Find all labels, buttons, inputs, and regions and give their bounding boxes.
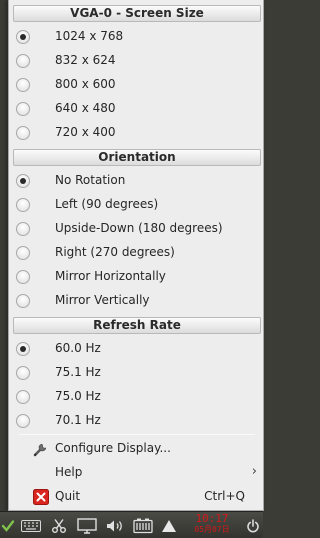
clock[interactable]: 10:17 05月07日 bbox=[188, 512, 236, 538]
radio-button[interactable] bbox=[16, 174, 30, 188]
scissors-icon[interactable] bbox=[49, 516, 69, 535]
radio-button[interactable] bbox=[16, 102, 30, 116]
orientation-option-mirror-vertically[interactable]: Mirror Vertically bbox=[9, 289, 263, 313]
option-label: Upside-Down (180 degrees) bbox=[55, 221, 223, 235]
option-label: 832 x 624 bbox=[55, 53, 116, 67]
option-label: 75.0 Hz bbox=[55, 389, 101, 403]
option-label: No Rotation bbox=[55, 173, 126, 187]
up-arrow-icon[interactable] bbox=[160, 516, 178, 535]
orientation-option-mirror-horizontally[interactable]: Mirror Horizontally bbox=[9, 265, 263, 289]
quit-label: Quit bbox=[55, 489, 81, 503]
screen-size-option-1024x768[interactable]: 1024 x 768 bbox=[9, 25, 263, 49]
refresh-rate-option-75-1[interactable]: 75.1 Hz bbox=[9, 361, 263, 385]
radio-button[interactable] bbox=[16, 414, 30, 428]
option-label: 75.1 Hz bbox=[55, 365, 101, 379]
radio-button[interactable] bbox=[16, 390, 30, 404]
quit-icon bbox=[33, 489, 49, 505]
option-label: 640 x 480 bbox=[55, 101, 116, 115]
radio-button[interactable] bbox=[16, 30, 30, 44]
quit-item[interactable]: Quit Ctrl+Q bbox=[9, 485, 263, 509]
volume-icon[interactable] bbox=[104, 516, 126, 535]
help-submenu-item[interactable]: Help › bbox=[9, 461, 263, 485]
radio-button[interactable] bbox=[16, 54, 30, 68]
menu-separator bbox=[19, 434, 255, 435]
display-menu: VGA-0 - Screen Size 1024 x 768 832 x 624… bbox=[8, 0, 264, 511]
battery-icon[interactable] bbox=[131, 516, 155, 535]
option-label: 800 x 600 bbox=[55, 77, 116, 91]
screen-size-option-832x624[interactable]: 832 x 624 bbox=[9, 49, 263, 73]
radio-selected-dot bbox=[20, 34, 26, 40]
option-label: 70.1 Hz bbox=[55, 413, 101, 427]
quit-shortcut: Ctrl+Q bbox=[204, 489, 245, 503]
option-label: Left (90 degrees) bbox=[55, 197, 159, 211]
configure-display-item[interactable]: Configure Display... bbox=[9, 437, 263, 461]
wrench-icon bbox=[33, 441, 49, 457]
radio-button[interactable] bbox=[16, 246, 30, 260]
radio-button[interactable] bbox=[16, 294, 30, 308]
refresh-rate-header: Refresh Rate bbox=[13, 317, 261, 334]
refresh-rate-option-70-1[interactable]: 70.1 Hz bbox=[9, 409, 263, 433]
refresh-rate-option-60-0[interactable]: 60.0 Hz bbox=[9, 337, 263, 361]
option-label: 60.0 Hz bbox=[55, 341, 101, 355]
radio-button[interactable] bbox=[16, 198, 30, 212]
taskbar: 10:17 05月07日 bbox=[0, 511, 263, 538]
configure-display-label: Configure Display... bbox=[55, 441, 171, 455]
clock-time: 10:17 bbox=[195, 512, 229, 525]
radio-button[interactable] bbox=[16, 270, 30, 284]
radio-selected-dot bbox=[20, 346, 26, 352]
option-label: Mirror Horizontally bbox=[55, 269, 166, 283]
keyboard-icon[interactable] bbox=[20, 516, 42, 535]
option-label: Mirror Vertically bbox=[55, 293, 150, 307]
radio-button[interactable] bbox=[16, 366, 30, 380]
orientation-option-right[interactable]: Right (270 degrees) bbox=[9, 241, 263, 265]
clock-date: 05月07日 bbox=[194, 525, 230, 534]
radio-button[interactable] bbox=[16, 342, 30, 356]
orientation-option-upside-down[interactable]: Upside-Down (180 degrees) bbox=[9, 217, 263, 241]
option-label: 720 x 400 bbox=[55, 125, 116, 139]
option-label: 1024 x 768 bbox=[55, 29, 124, 43]
radio-button[interactable] bbox=[16, 222, 30, 236]
refresh-rate-option-75-0[interactable]: 75.0 Hz bbox=[9, 385, 263, 409]
check-icon[interactable] bbox=[1, 516, 15, 535]
screen-size-option-800x600[interactable]: 800 x 600 bbox=[9, 73, 263, 97]
power-icon[interactable] bbox=[244, 516, 262, 535]
radio-button[interactable] bbox=[16, 78, 30, 92]
screen-size-option-640x480[interactable]: 640 x 480 bbox=[9, 97, 263, 121]
orientation-header: Orientation bbox=[13, 149, 261, 166]
radio-selected-dot bbox=[20, 178, 26, 184]
chevron-right-icon: › bbox=[251, 464, 257, 479]
orientation-option-no-rotation[interactable]: No Rotation bbox=[9, 169, 263, 193]
screen-size-option-720x400[interactable]: 720 x 400 bbox=[9, 121, 263, 145]
help-label: Help bbox=[55, 465, 83, 479]
display-icon[interactable] bbox=[76, 516, 98, 535]
screen-size-header: VGA-0 - Screen Size bbox=[13, 5, 261, 22]
orientation-option-left[interactable]: Left (90 degrees) bbox=[9, 193, 263, 217]
radio-button[interactable] bbox=[16, 126, 30, 140]
option-label: Right (270 degrees) bbox=[55, 245, 175, 259]
